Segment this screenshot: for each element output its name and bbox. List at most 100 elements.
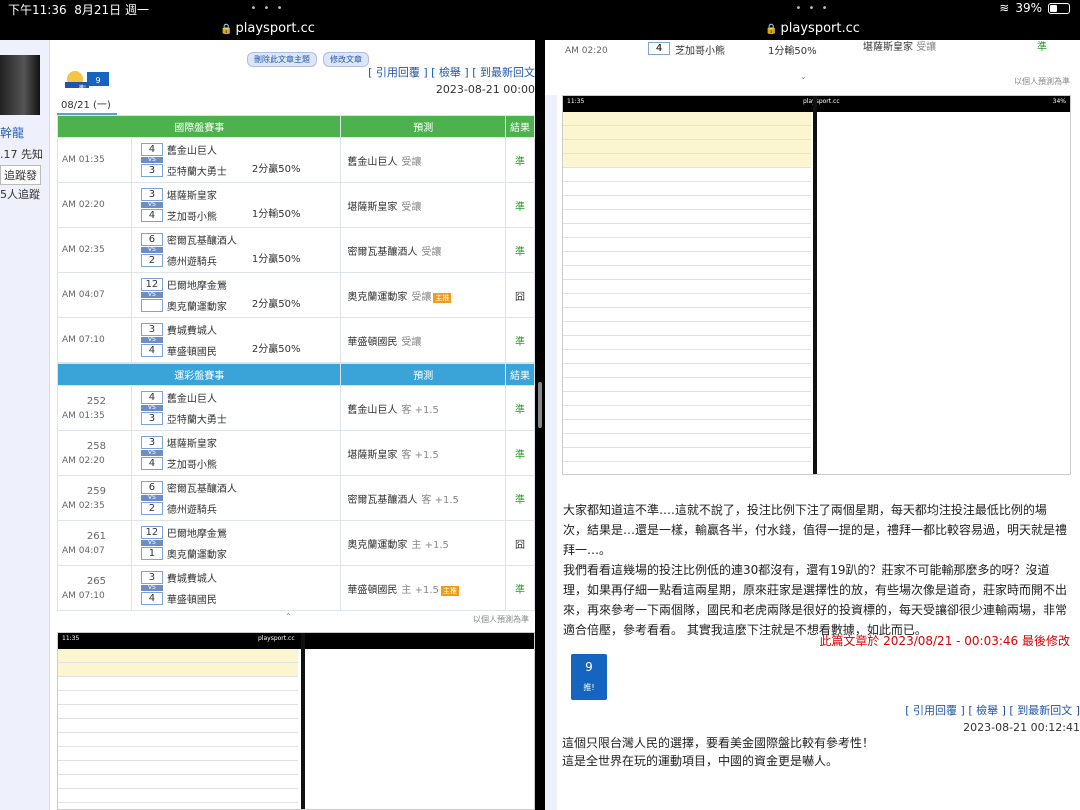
teams-cell: 6 密爾瓦基釀酒人 VS 2 德州遊騎兵 [130,475,342,521]
away-score: 6 [140,233,163,246]
handicap-line: 2分贏50% [251,164,301,175]
delete-topic-button[interactable]: 刪除此文章主題 [247,52,317,67]
pick-detail: 主 +1.5 [401,584,439,596]
away-team: 堪薩斯皇家 [166,439,217,450]
author-sidebar: 幹龍 .17 先知 追蹤發 5人追蹤 [0,40,50,810]
pick-detail: 客 +1.5 [401,449,439,461]
wifi-icon: ≋ [999,1,1010,15]
collapse-toggle[interactable]: ⌃ [282,298,289,307]
prediction-footnote: 以個人預測為準 [1014,77,1070,86]
author-avatar[interactable] [0,55,40,115]
author-rank: .17 先知 [0,148,43,161]
table-row: 259 AM 02:35 6 密爾瓦基釀酒人 VS 2 德州遊騎兵 密爾瓦基釀酒人客 … [57,475,535,521]
away-score: 4 [140,391,163,404]
pick-team: 舊金山巨人 [347,156,398,168]
mascot-icon: 9 推! [65,71,109,90]
home-team: 芝加哥小熊 [166,460,217,471]
reply-line-1: 這個只限台灣人民的選擇，要看美金國際盤比較有參考性！ [562,736,875,750]
table-row: 252 AM 01:35 4 舊金山巨人 VS 3 亞特蘭大勇士 舊金山巨人客 +1.… [57,385,535,431]
result-mark: 準 [1037,42,1047,53]
post-action-links[interactable]: [ 引用回覆 ] [ 檢舉 ] [ 到最新回文 [368,64,535,80]
home-team: 華盛頓國民 [166,347,217,358]
split-handle[interactable] [538,382,542,428]
screenshot-image[interactable]: 11:35 playsport.cc 34% [562,95,1071,475]
split-view-divider[interactable] [535,0,545,810]
date-tab[interactable]: 08/21 (一) [57,94,117,115]
table-row: AM 01:35 4 舊金山巨人 VS 3 亞特蘭大勇士 2分贏50% 舊金山巨人受… [57,137,535,183]
lock-icon: 🔒 [220,24,233,35]
away-score: 4 [140,143,163,156]
away-score: 12 [140,278,163,291]
pick-detail: 主 +1.5 [411,539,449,551]
result-cell: 囧 [505,520,535,566]
home-team: 德州遊騎兵 [166,257,217,268]
away-team: 舊金山巨人 [166,394,217,405]
top-row-time: AM 02:20 [565,46,608,56]
author-name[interactable]: 幹龍 [0,124,24,141]
reply-action-links[interactable]: [ 引用回覆 ] [ 檢舉 ] [ 到最新回文 ] [905,702,1080,718]
col-header-events: 運彩盤賽事 [56,363,342,386]
pick-detail: 受讓 [421,246,442,258]
away-team: 費城費城人 [166,326,217,337]
prediction-cell: 舊金山巨人客 +1.5 [340,385,507,431]
home-team: 芝加哥小熊 [166,212,217,223]
home-team: 亞特蘭大勇士 [166,167,227,178]
lock-icon: 🔒 [765,24,778,35]
teams-cell: 6 密爾瓦基釀酒人 VS 2 德州遊騎兵 1分贏50% [130,227,342,273]
pick-detail: 受讓 [401,156,422,168]
teams-cell: 3 費城費城人 VS 4 華盛頓國民 2分贏50% [130,317,342,363]
reply-text: 這個只限台灣人民的選擇，要看美金國際盤比較有參考性！ 這是全世界在玩的運動項目，… [562,734,874,770]
hot-badge: 主推 [433,292,452,303]
pick-detail: 受讓 [401,201,422,213]
right-top-row: AM 02:20 4 芝加哥小熊 1分輸50% 堪薩斯皇家 受讓 準 ⌄ 以個人… [545,40,1080,95]
edit-post-button[interactable]: 修改文章 [323,52,369,67]
prediction-cell: 堪薩斯皇家 受讓 [340,182,507,228]
result-cell: 準 [505,565,535,611]
home-score: 3 [140,412,163,425]
pick-team: 堪薩斯皇家 [347,449,398,461]
teams-cell: 12 巴爾地摩金鶯 VS 奧克蘭運動家 2分贏50% [130,272,342,318]
table-row: 258 AM 02:20 3 堪薩斯皇家 VS 4 芝加哥小熊 堪薩斯皇家客 +1.5… [57,430,535,476]
pick-team: 奧克蘭運動家 [347,539,408,551]
handicap-line: 2分贏50% [251,299,301,310]
away-score: 3 [140,188,163,201]
home-score: 4 [140,344,163,357]
home-score: 3 [140,164,163,177]
collapse-toggle-2[interactable]: ⌃ [285,612,292,621]
away-score: 12 [140,526,163,539]
home-score: 4 [140,457,163,470]
result-cell: 準 [505,430,535,476]
result-cell: 囧 [505,272,535,318]
home-score: 4 [140,209,163,222]
away-score: 3 [140,436,163,449]
home-score: 2 [140,254,163,267]
collapse-toggle[interactable]: ⌄ [800,72,807,81]
table-row: AM 04:07 12 巴爾地摩金鶯 VS 奧克蘭運動家 2分贏50% 奧克蘭運動… [57,272,535,318]
pick-team: 奧克蘭運動家 [347,291,408,303]
post-time: 2023-08-21 00:00 [435,83,535,96]
away-team: 密爾瓦基釀酒人 [166,484,237,495]
reply-mascot-icon: 9 推! [571,654,607,700]
result-cell: 準 [505,317,535,363]
result-cell: 準 [505,182,535,228]
follow-button[interactable]: 追蹤發 [0,165,41,185]
away-score: 6 [140,481,163,494]
status-right: ≋ 39% [999,1,1070,15]
away-team: 密爾瓦基釀酒人 [166,236,237,247]
teams-cell: 4 舊金山巨人 VS 3 亞特蘭大勇士 [130,385,342,431]
away-team: 堪薩斯皇家 [166,191,217,202]
pick-detail: 客 +1.5 [421,494,459,506]
away-team: 巴爾地摩金鶯 [166,281,227,292]
result-cell: 準 [505,137,535,183]
pick-detail: 受讓 [411,291,432,303]
home-team: 華盛頓國民 [166,595,217,606]
table-header-row: 國際盤賽事 預測 結果 [56,115,535,138]
edit-note: 此篇文章於 2023/08/21 - 00:03:46 最後修改 [819,634,1070,648]
home-team: 奧克蘭運動家 [166,302,227,313]
away-team: 巴爾地摩金鶯 [166,529,227,540]
result-cell: 準 [505,227,535,273]
screenshot-image[interactable]: 11:35 playsport.cc [57,632,535,810]
teams-cell: 4 舊金山巨人 VS 3 亞特蘭大勇士 2分贏50% [130,137,342,183]
col-header-events: 國際盤賽事 [56,115,342,138]
pick-team: 華盛頓國民 [347,336,398,348]
